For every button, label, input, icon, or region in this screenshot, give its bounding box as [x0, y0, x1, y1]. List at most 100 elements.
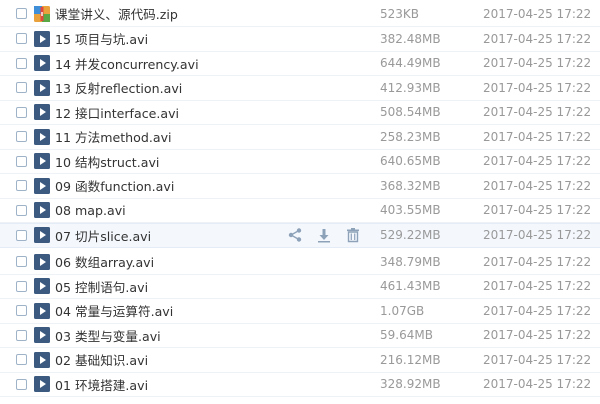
file-row[interactable]: 09 函数function.avi 368.32MB 2017-04-25 17… [0, 174, 600, 199]
file-date: 2017-04-25 17:22 [483, 129, 592, 144]
row-actions [286, 226, 362, 244]
file-size: 1.07GB [380, 303, 425, 318]
file-date: 2017-04-25 17:22 [483, 279, 592, 294]
file-size: 403.55MB [380, 203, 441, 218]
delete-icon[interactable] [344, 226, 362, 244]
file-date: 2017-04-25 17:22 [483, 154, 592, 169]
row-checkbox[interactable] [16, 329, 27, 341]
row-checkbox[interactable] [16, 106, 27, 118]
video-file-icon [34, 128, 50, 145]
file-date: 2017-04-25 17:22 [483, 80, 592, 95]
video-file-icon [34, 153, 50, 170]
file-row[interactable]: 03 类型与变量.avi 59.64MB 2017-04-25 17:22 [0, 324, 600, 348]
video-file-icon [34, 327, 50, 344]
row-checkbox[interactable] [16, 33, 27, 45]
video-file-icon [34, 202, 50, 219]
file-name[interactable]: 02 基础知识.avi [55, 350, 148, 369]
file-date: 2017-04-25 17:22 [483, 105, 592, 120]
file-size: 368.32MB [380, 178, 441, 193]
file-date: 2017-04-25 17:22 [483, 31, 592, 46]
file-list: 课堂讲义、源代码.zip 523KB 2017-04-25 17:22 15 项… [0, 0, 600, 404]
file-row[interactable]: 01 环境搭建.avi 328.92MB 2017-04-25 17:22 [0, 373, 600, 397]
file-size: 508.54MB [380, 105, 441, 120]
row-checkbox[interactable] [16, 57, 27, 69]
file-name[interactable]: 11 方法method.avi [55, 127, 172, 146]
file-name[interactable]: 06 数组array.avi [55, 252, 154, 271]
file-size: 644.49MB [380, 56, 441, 71]
file-row[interactable]: 08 map.avi 403.55MB 2017-04-25 17:22 [0, 199, 600, 223]
video-file-icon [34, 104, 50, 121]
file-row[interactable]: 11 方法method.avi 258.23MB 2017-04-25 17:2… [0, 125, 600, 150]
file-date: 2017-04-25 17:22 [483, 178, 592, 193]
file-row[interactable]: 02 基础知识.avi 216.12MB 2017-04-25 17:22 [0, 348, 600, 373]
row-checkbox[interactable] [16, 204, 27, 216]
share-icon[interactable] [286, 226, 304, 244]
row-checkbox[interactable] [16, 229, 27, 241]
file-date: 2017-04-25 17:22 [483, 254, 592, 269]
file-date: 2017-04-25 17:22 [483, 203, 592, 218]
file-name[interactable]: 12 接口interface.avi [55, 103, 179, 122]
file-size: 348.79MB [380, 254, 441, 269]
video-file-icon [34, 30, 50, 47]
file-row[interactable]: 15 项目与坑.avi 382.48MB 2017-04-25 17:22 [0, 27, 600, 52]
file-size: 529.22MB [380, 228, 441, 243]
download-icon[interactable] [315, 226, 333, 244]
file-name[interactable]: 05 控制语句.avi [55, 277, 148, 296]
video-file-icon [34, 253, 50, 270]
row-checkbox[interactable] [16, 82, 27, 94]
file-name[interactable]: 14 并发concurrency.avi [55, 54, 199, 73]
file-name[interactable]: 01 环境搭建.avi [55, 375, 148, 394]
video-file-icon [34, 55, 50, 72]
file-size: 523KB [380, 6, 420, 21]
video-file-icon [34, 376, 50, 393]
video-file-icon [34, 351, 50, 368]
file-size: 461.43MB [380, 279, 441, 294]
file-date: 2017-04-25 17:22 [483, 377, 592, 392]
file-date: 2017-04-25 17:22 [483, 56, 592, 71]
file-date: 2017-04-25 17:22 [483, 228, 592, 243]
file-size: 216.12MB [380, 352, 441, 367]
file-size: 258.23MB [380, 129, 441, 144]
file-size: 382.48MB [380, 31, 441, 46]
file-date: 2017-04-25 17:22 [483, 6, 592, 21]
file-date: 2017-04-25 17:22 [483, 352, 592, 367]
row-checkbox[interactable] [16, 8, 27, 20]
file-size: 412.93MB [380, 80, 441, 95]
row-checkbox[interactable] [16, 280, 27, 292]
file-name[interactable]: 09 函数function.avi [55, 176, 174, 195]
file-size: 640.65MB [380, 154, 441, 169]
row-checkbox[interactable] [16, 155, 27, 167]
file-row[interactable]: 04 常量与运算符.avi 1.07GB 2017-04-25 17:22 [0, 299, 600, 324]
video-file-icon [34, 278, 50, 295]
row-checkbox[interactable] [16, 354, 27, 366]
file-name[interactable]: 课堂讲义、源代码.zip [55, 4, 178, 23]
file-name[interactable]: 10 结构struct.avi [55, 152, 159, 171]
row-checkbox[interactable] [16, 305, 27, 317]
file-row[interactable]: 14 并发concurrency.avi 644.49MB 2017-04-25… [0, 52, 600, 76]
file-name[interactable]: 08 map.avi [55, 203, 126, 218]
row-checkbox[interactable] [16, 378, 27, 390]
video-file-icon [34, 302, 50, 319]
file-row[interactable]: 10 结构struct.avi 640.65MB 2017-04-25 17:2… [0, 150, 600, 174]
file-name[interactable]: 03 类型与变量.avi [55, 326, 161, 345]
file-size: 59.64MB [380, 328, 433, 343]
file-row[interactable]: 12 接口interface.avi 508.54MB 2017-04-25 1… [0, 101, 600, 125]
video-file-icon [34, 227, 50, 244]
file-name[interactable]: 13 反射reflection.avi [55, 78, 182, 97]
file-row[interactable]: 05 控制语句.avi 461.43MB 2017-04-25 17:22 [0, 275, 600, 299]
row-checkbox[interactable] [16, 131, 27, 143]
row-checkbox[interactable] [16, 256, 27, 268]
file-size: 328.92MB [380, 377, 441, 392]
file-name[interactable]: 04 常量与运算符.avi [55, 301, 173, 320]
file-name[interactable]: 15 项目与坑.avi [55, 29, 148, 48]
row-checkbox[interactable] [16, 180, 27, 192]
file-date: 2017-04-25 17:22 [483, 303, 592, 318]
file-row[interactable]: 课堂讲义、源代码.zip 523KB 2017-04-25 17:22 [0, 2, 600, 27]
file-name[interactable]: 07 切片slice.avi [55, 226, 151, 245]
file-row-hovered[interactable]: 07 切片slice.avi 529.22MB 2017-04-25 17:22 [0, 223, 600, 248]
video-file-icon [34, 79, 50, 96]
file-date: 2017-04-25 17:22 [483, 328, 592, 343]
file-row[interactable]: 06 数组array.avi 348.79MB 2017-04-25 17:22 [0, 250, 600, 275]
file-row[interactable]: 13 反射reflection.avi 412.93MB 2017-04-25 … [0, 76, 600, 101]
zip-archive-icon [34, 5, 50, 22]
